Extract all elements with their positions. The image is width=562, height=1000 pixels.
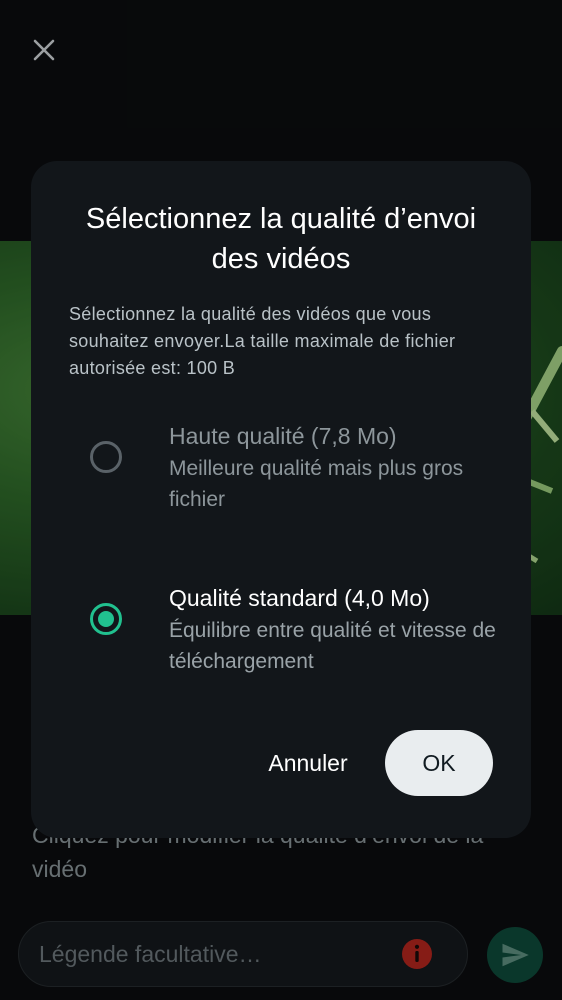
option-standard-quality-title: Qualité standard (4,0 Mo)	[169, 585, 430, 611]
radio-high-quality[interactable]	[90, 441, 122, 473]
option-standard-quality-subtitle: Équilibre entre qualité et vitesse de té…	[169, 619, 496, 673]
dialog-description: Sélectionnez la qualité des vidéos que v…	[69, 304, 456, 378]
dialog-title: Sélectionnez la qualité d’envoi des vidé…	[85, 203, 477, 275]
option-high-quality-title: Haute qualité (7,8 Mo)	[169, 423, 397, 449]
option-high-quality-subtitle: Meilleure qualité mais plus gros fichier	[169, 457, 464, 511]
ok-button[interactable]: OK	[385, 730, 493, 796]
radio-standard-quality[interactable]	[90, 603, 122, 635]
cancel-button[interactable]: Annuler	[253, 730, 363, 796]
quality-dialog: Sélectionnez la qualité d’envoi des vidé…	[31, 161, 531, 838]
